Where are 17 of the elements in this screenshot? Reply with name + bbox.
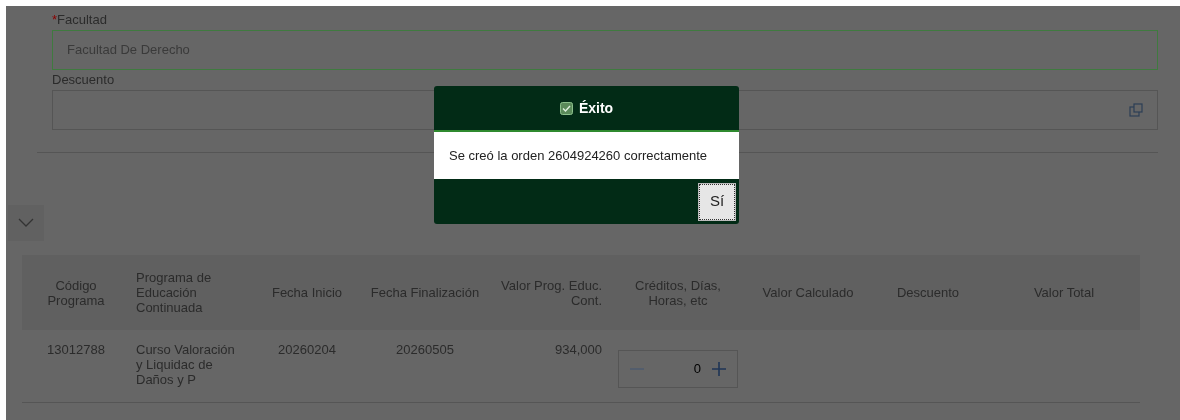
value-help-icon[interactable] (1129, 103, 1143, 117)
dialog-title: Éxito (578, 98, 614, 118)
table-cell-text: 20260204 (277, 342, 337, 357)
table-cell-text: 934,000 (554, 342, 603, 357)
required-mark: * (52, 12, 58, 27)
dialog-message: Se creó la orden 2604924260 correctamente (449, 146, 707, 165)
checkbox-icon (559, 101, 573, 115)
yes-button[interactable]: Sí (699, 183, 735, 220)
field-label: Facultad (57, 12, 107, 27)
chevron-down-icon (18, 218, 34, 228)
table-cell-text: 20260505 (395, 342, 455, 357)
quantity-stepper[interactable]: 0 (618, 350, 738, 388)
field-label: Descuento (52, 72, 115, 87)
table-cell-text: 13012788 (46, 342, 106, 357)
plus-icon[interactable] (711, 361, 727, 377)
collapse-button[interactable] (8, 205, 44, 241)
table-cell-text: Curso Valoración y Liquidac de Daños y P (135, 342, 236, 387)
